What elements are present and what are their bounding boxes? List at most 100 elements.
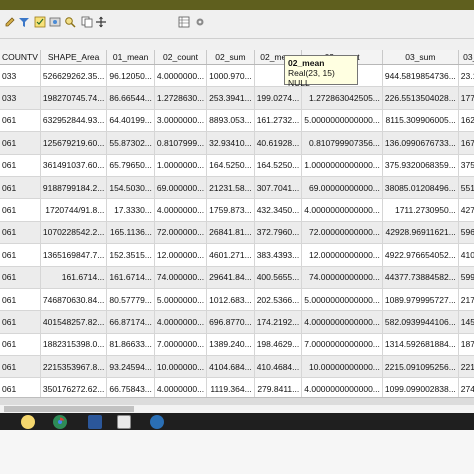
table-cell[interactable]: 4.0000000... xyxy=(154,310,208,334)
paint-icon[interactable] xyxy=(150,415,164,429)
table-row[interactable]: 033 198270745.74... 86.66544... 1.2728630..… xyxy=(0,86,474,110)
table-cell[interactable]: 161.2732... xyxy=(254,109,303,133)
table-row[interactable]: 061 361491037.60... 65.79650... 1.0000000..… xyxy=(0,154,474,177)
table-cell[interactable]: 7.0000000000000... xyxy=(301,333,383,357)
table-cell[interactable]: 1.0000000000000... xyxy=(301,154,383,177)
table-cell[interactable]: 8115.309906005... xyxy=(382,109,459,133)
table-row[interactable]: 061 401548257.82... 66.87174... 4.0000000..… xyxy=(0,310,474,334)
table-cell[interactable]: 12.00000000000... xyxy=(301,243,383,267)
table-cell[interactable]: 061 xyxy=(0,333,41,357)
select-all-icon[interactable] xyxy=(33,15,47,29)
table-cell[interactable]: 1099.099002838... xyxy=(382,377,459,397)
table-cell[interactable]: 551.95702 xyxy=(458,176,474,200)
table-cell[interactable]: 81.86633... xyxy=(106,333,155,357)
table-cell[interactable]: 061 xyxy=(0,243,41,267)
table-cell[interactable]: 1000.970... xyxy=(206,64,255,88)
table-cell[interactable]: 86.66544... xyxy=(106,86,155,110)
edit-icon[interactable] xyxy=(3,15,17,29)
table-cell[interactable]: 3.0000000... xyxy=(154,109,208,133)
table-cell[interactable]: 167.85797 xyxy=(458,131,474,155)
table-cell[interactable]: 152.3515... xyxy=(106,243,155,267)
table-row[interactable]: 061 350176272.62... 66.75843... 4.0000000..… xyxy=(0,377,474,397)
table-row[interactable]: 061 1365169847.7... 152.3515... 12.000000..… xyxy=(0,243,474,267)
table-cell[interactable]: 0.8107999... xyxy=(154,131,208,155)
table-row[interactable]: 061 2215353967.8... 93.24594... 10.000000..… xyxy=(0,355,474,379)
table-cell[interactable]: 432.3450... xyxy=(254,198,303,222)
table-cell[interactable]: 596.22347 xyxy=(458,221,474,245)
table-cell[interactable]: 72.00000000000... xyxy=(301,221,383,245)
table-cell[interactable]: 164.5250... xyxy=(206,154,255,177)
table-cell[interactable]: 226.5513504028... xyxy=(382,86,459,110)
table-cell[interactable]: 361491037.60... xyxy=(40,154,108,177)
table-cell[interactable]: 1.0000000... xyxy=(154,154,208,177)
table-cell[interactable]: 1012.683... xyxy=(206,288,255,312)
table-cell[interactable]: 1759.873... xyxy=(206,198,255,222)
window-icon[interactable] xyxy=(117,415,131,429)
table-row[interactable]: 061 9188799184.2... 154.5030... 69.000000..… xyxy=(0,176,474,200)
table-cell[interactable]: 74.00000000000... xyxy=(301,266,383,289)
table-cell[interactable]: 161.6714... xyxy=(40,266,108,289)
table-cell[interactable]: 375.93200 xyxy=(458,154,474,177)
table-cell[interactable]: 64.40199... xyxy=(106,109,155,133)
pan-icon[interactable] xyxy=(94,15,108,29)
table-cell[interactable]: 1119.364... xyxy=(206,377,255,397)
table-cell[interactable]: 17.3330... xyxy=(106,198,155,222)
table-row[interactable]: 061 746870630.84... 80.57779... 5.0000000..… xyxy=(0,288,474,312)
table-cell[interactable]: 96.12050... xyxy=(106,64,155,88)
table-cell[interactable]: 10.000000... xyxy=(154,355,208,379)
table-row[interactable]: 061 1720744/91.8... 17.3330... 4.0000000...… xyxy=(0,198,474,222)
table-cell[interactable]: 1.2728630... xyxy=(154,86,208,110)
table-cell[interactable]: 69.00000000000... xyxy=(301,176,383,200)
table-cell[interactable]: 8893.053... xyxy=(206,109,255,133)
table-cell[interactable]: 7.0000000... xyxy=(154,333,208,357)
table-cell[interactable]: 202.5366... xyxy=(254,288,303,312)
table-cell[interactable]: 154.5030... xyxy=(106,176,155,200)
table-cell[interactable]: 1882315398.0... xyxy=(40,333,108,357)
table-cell[interactable]: 177.97097 xyxy=(458,86,474,110)
table-cell[interactable]: 2215.091095256... xyxy=(382,355,459,379)
table-cell[interactable]: 4.0000000000000... xyxy=(301,377,383,397)
table-cell[interactable]: 32.93410... xyxy=(206,131,255,155)
table-cell[interactable]: 174.2192... xyxy=(254,310,303,334)
table-cell[interactable]: 307.7041... xyxy=(254,176,303,200)
table-cell[interactable]: 187.79895 xyxy=(458,333,474,357)
scrollbar-thumb[interactable] xyxy=(4,406,134,412)
table-cell[interactable]: 65.79650... xyxy=(106,154,155,177)
table-cell[interactable]: 401548257.82... xyxy=(40,310,108,334)
table-cell[interactable]: 632952844.93... xyxy=(40,109,108,133)
table-cell[interactable]: 164.5250... xyxy=(254,154,303,177)
table-cell[interactable]: 165.1136... xyxy=(106,221,155,245)
table-cell[interactable]: 526629262.35... xyxy=(40,64,108,88)
table-cell[interactable]: 274.77475 xyxy=(458,377,474,397)
table-cell[interactable]: 217.99599 xyxy=(458,288,474,312)
column-header[interactable]: 02_count xyxy=(154,50,208,65)
table-cell[interactable]: 125679219.60... xyxy=(40,131,108,155)
table-cell[interactable]: 5.0000000000000... xyxy=(301,109,383,133)
table-cell[interactable]: 74.000000... xyxy=(154,266,208,289)
table-cell[interactable]: 061 xyxy=(0,198,41,222)
table-cell[interactable]: 061 xyxy=(0,377,41,397)
table-cell[interactable]: 1365169847.7... xyxy=(40,243,108,267)
table-cell[interactable]: 375.9320068359... xyxy=(382,154,459,177)
table-cell[interactable]: 582.0939944106... xyxy=(382,310,459,334)
table-cell[interactable]: 599.69977 xyxy=(458,266,474,289)
chrome-icon[interactable] xyxy=(53,415,67,429)
table-cell[interactable]: 350176272.62... xyxy=(40,377,108,397)
table-cell[interactable]: 033 xyxy=(0,64,41,88)
table-cell[interactable]: 1711.2730950... xyxy=(382,198,459,222)
table-cell[interactable]: 38085.01208496... xyxy=(382,176,459,200)
table-cell[interactable]: 161.6714... xyxy=(106,266,155,289)
table-cell[interactable]: 2215353967.8... xyxy=(40,355,108,379)
column-header[interactable]: 03_mean xyxy=(458,50,474,65)
table-cell[interactable]: 4.0000000000000... xyxy=(301,310,383,334)
table-cell[interactable]: 944.5819854736... xyxy=(382,64,459,88)
table-cell[interactable]: 136.0990676733... xyxy=(382,131,459,155)
table-cell[interactable]: 4.0000000... xyxy=(154,64,208,88)
table-cell[interactable]: 21231.58... xyxy=(206,176,255,200)
table-cell[interactable]: 1.272863042505... xyxy=(301,86,383,110)
table-cell[interactable]: 061 xyxy=(0,266,41,289)
filter-icon[interactable] xyxy=(17,15,31,29)
table-cell[interactable]: 23.145492 xyxy=(458,64,474,88)
table-cell[interactable]: 55.87302... xyxy=(106,131,155,155)
table-cell[interactable]: 1720744/91.8... xyxy=(40,198,108,222)
